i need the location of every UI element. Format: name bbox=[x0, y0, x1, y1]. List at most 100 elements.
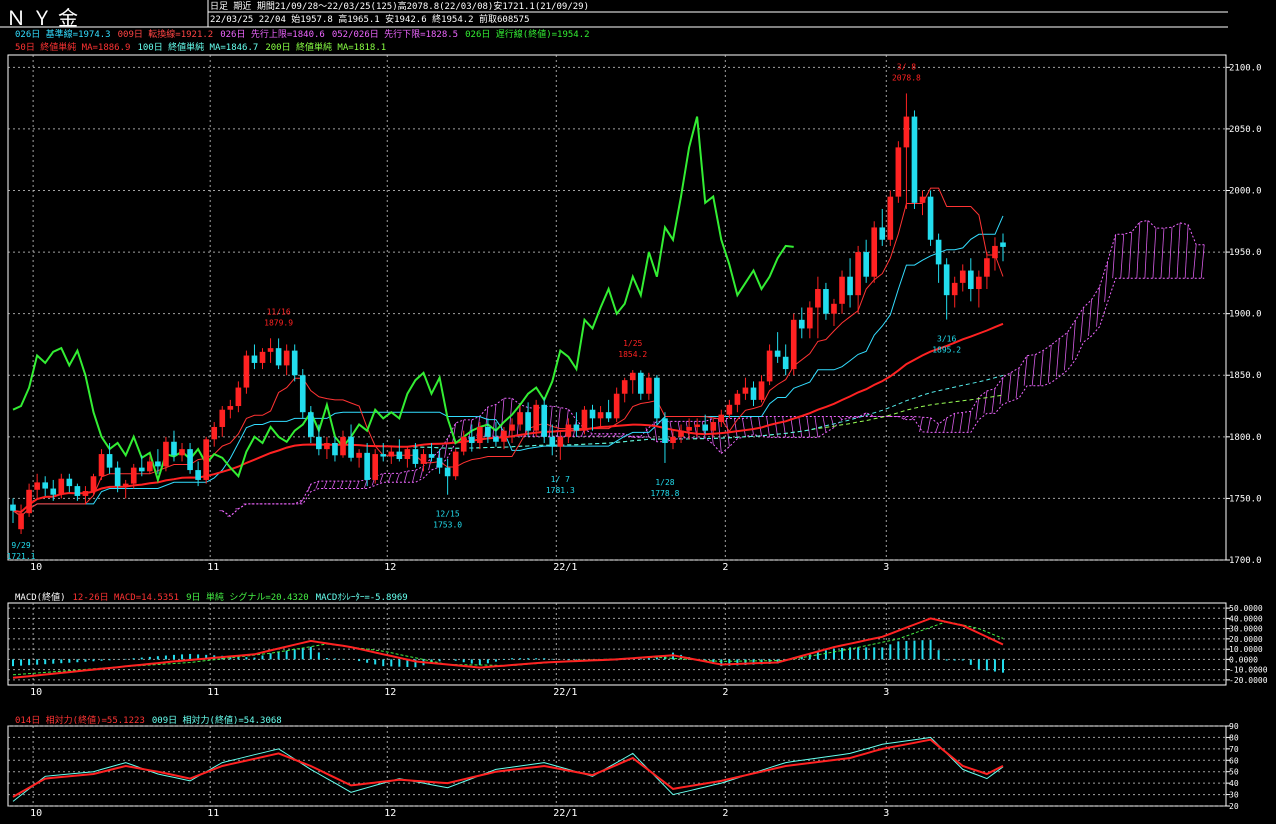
cloud-hatch bbox=[1031, 354, 1036, 386]
candle-body bbox=[951, 282, 958, 296]
candle-body bbox=[356, 452, 362, 458]
annotation-date: 1/ 7 bbox=[551, 475, 570, 484]
candle-body bbox=[340, 436, 346, 456]
candle-body bbox=[533, 404, 539, 431]
candle-body bbox=[122, 483, 129, 487]
candle-body bbox=[782, 356, 789, 370]
annotation-value: 1753.0 bbox=[433, 521, 462, 530]
cloud-hatch bbox=[1200, 244, 1205, 279]
rsi-xtick-label: 3 bbox=[883, 808, 889, 819]
cloud-hatch bbox=[1080, 307, 1084, 343]
cloud-hatch bbox=[927, 417, 931, 433]
candle-body bbox=[710, 422, 717, 431]
cloud-hatch bbox=[1072, 320, 1076, 360]
candle-body bbox=[637, 372, 644, 394]
cloud-hatch bbox=[1184, 224, 1189, 279]
cloud-hatch bbox=[1120, 234, 1125, 279]
candle-body bbox=[299, 375, 306, 413]
candle-body bbox=[557, 436, 564, 447]
candle-body bbox=[26, 489, 32, 514]
cloud-hatch bbox=[1176, 222, 1181, 279]
candle-body bbox=[412, 449, 419, 464]
candle-body bbox=[211, 426, 218, 440]
cloud-hatch bbox=[1088, 299, 1092, 336]
price-ytick-label: 1700.0 bbox=[1229, 556, 1262, 566]
candle-body bbox=[18, 513, 24, 530]
candle-body bbox=[927, 196, 934, 240]
candle-body bbox=[509, 424, 515, 431]
candle-body bbox=[967, 270, 974, 290]
annotation-value: 2078.8 bbox=[892, 73, 921, 82]
candle-body bbox=[283, 350, 290, 366]
candle-body bbox=[251, 355, 258, 363]
cloud-hatch bbox=[404, 470, 408, 483]
candle-body bbox=[911, 116, 918, 203]
candle-body bbox=[34, 482, 40, 490]
candle-body bbox=[597, 412, 604, 419]
rsi-xtick-label: 22/1 bbox=[553, 808, 577, 819]
candle-body bbox=[790, 319, 797, 370]
candle-body bbox=[565, 424, 572, 437]
cloud-hatch bbox=[766, 416, 770, 438]
cloud-hatch bbox=[742, 418, 746, 437]
candle-body bbox=[646, 377, 652, 394]
candle-body bbox=[348, 436, 354, 458]
candle-body bbox=[670, 436, 676, 443]
candle-body bbox=[678, 430, 684, 437]
cloud-hatch bbox=[1039, 350, 1044, 386]
cloud-hatch bbox=[339, 480, 344, 489]
candle-body bbox=[372, 454, 379, 480]
candle-body bbox=[798, 319, 805, 329]
candle-body bbox=[460, 436, 467, 452]
cloud-hatch bbox=[1136, 221, 1141, 279]
candle-body bbox=[734, 393, 741, 405]
cloud-hatch bbox=[1128, 231, 1133, 279]
candle-body bbox=[831, 303, 837, 314]
cloud-hatch bbox=[951, 413, 956, 433]
cloud-hatch bbox=[395, 473, 400, 483]
cloud-hatch bbox=[935, 423, 939, 433]
macd-xtick-label: 10 bbox=[30, 687, 42, 698]
rsi-ytick-label: 70 bbox=[1229, 745, 1239, 754]
macd-xtick-label: 11 bbox=[207, 687, 219, 698]
candle-body bbox=[138, 467, 145, 472]
candle-body bbox=[324, 442, 330, 450]
cloud-hatch bbox=[959, 412, 964, 433]
rsi-ytick-label: 50 bbox=[1229, 768, 1239, 777]
cloud-hatch bbox=[315, 480, 320, 489]
candle-body bbox=[452, 451, 459, 477]
price-ytick-label: 1800.0 bbox=[1229, 433, 1262, 443]
candle-body bbox=[847, 276, 853, 296]
rsi-xtick-label: 12 bbox=[384, 808, 396, 819]
candle-body bbox=[114, 467, 121, 487]
candle-body bbox=[468, 436, 475, 443]
annotation-value: 1781.3 bbox=[546, 486, 575, 495]
candle-body bbox=[959, 270, 966, 283]
cloud-hatch bbox=[806, 416, 811, 438]
candle-body bbox=[420, 454, 427, 464]
price-ytick-label: 1950.0 bbox=[1229, 248, 1262, 258]
candle-body bbox=[50, 488, 57, 495]
candle-body bbox=[654, 377, 660, 419]
annotation-date: 3/16 bbox=[937, 335, 956, 344]
candle-body bbox=[267, 348, 274, 352]
price-xtick-label: 11 bbox=[207, 562, 219, 573]
price-xtick-label: 22/1 bbox=[553, 562, 577, 573]
candle-body bbox=[895, 147, 902, 197]
candle-body bbox=[750, 387, 757, 400]
cloud-hatch bbox=[387, 473, 392, 483]
candle-body bbox=[82, 491, 89, 496]
chart-window: ＮＹ金 日足 期近 期間21/09/28～22/03/25(125)高2078.… bbox=[0, 0, 1276, 824]
candle-body bbox=[605, 412, 612, 419]
macd-ytick-label: -20.0000 bbox=[1229, 676, 1268, 685]
candle-body bbox=[726, 404, 733, 415]
cloud-hatch bbox=[983, 390, 988, 414]
candle-body bbox=[179, 449, 185, 456]
candle-body bbox=[517, 412, 523, 425]
cloud-hatch bbox=[1152, 228, 1157, 279]
candle-body bbox=[686, 426, 692, 431]
price-ytick-label: 1850.0 bbox=[1229, 371, 1262, 381]
candle-body bbox=[291, 350, 298, 376]
candle-body bbox=[694, 424, 700, 427]
candle-body bbox=[871, 227, 878, 277]
